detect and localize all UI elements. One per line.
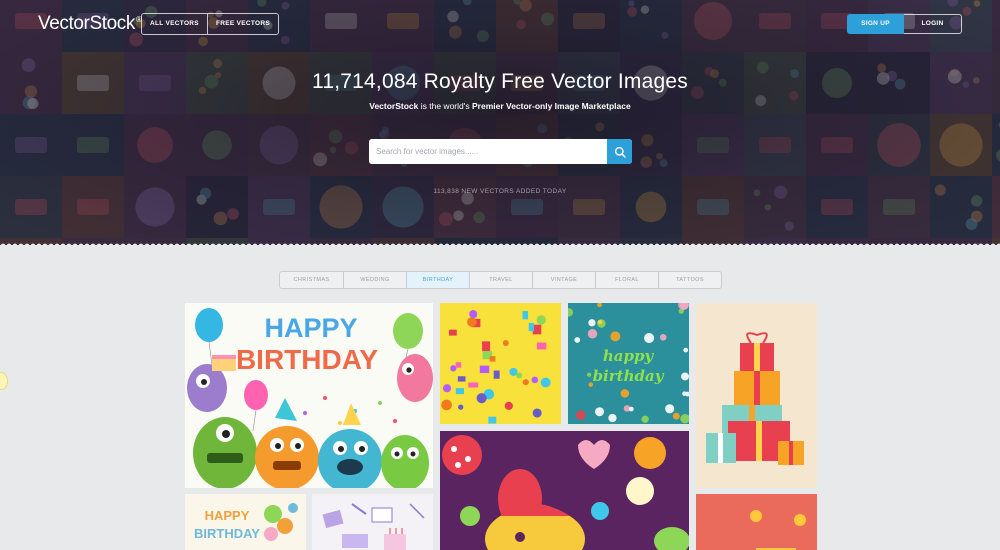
coral-chicks-image (696, 494, 817, 550)
page-subtitle: VectorStock is the world's Premier Vecto… (369, 101, 631, 111)
teal-floral-birthday-image: happy birthday (568, 303, 689, 424)
tab-travel[interactable]: TRAVEL (469, 272, 532, 288)
doodle-mark (540, 377, 551, 388)
doodle-mark (479, 365, 490, 374)
vectors-added-count: 113,838 NEW VECTORS ADDED TODAY (433, 188, 567, 195)
birthday-monsters-image: HAPPY BIRTHDAY (185, 303, 433, 488)
tab-birthday[interactable]: BIRTHDAY (406, 272, 469, 288)
flower-mark (681, 372, 689, 381)
gallery-tile-party-items[interactable] (312, 494, 433, 550)
birthday-script-text: birthday (593, 367, 665, 385)
doodle-mark (450, 365, 457, 372)
gallery-tile-teal-floral[interactable]: happy birthday (568, 303, 689, 424)
tab-wedding[interactable]: WEDDING (343, 272, 406, 288)
gallery-tile-birthday-monsters[interactable]: HAPPY BIRTHDAY (185, 303, 433, 488)
doodle-mark (455, 388, 464, 395)
doodle-mark (502, 340, 509, 346)
auth-buttons: SIGN UP LOGIN (847, 14, 962, 34)
doodle-mark (522, 311, 529, 320)
doodle-mark (458, 404, 464, 410)
doodle-mark (488, 416, 497, 424)
happy-script-text: happy (603, 347, 655, 365)
flower-mark (597, 319, 603, 325)
doodle-mark (448, 329, 457, 336)
flower-mark (683, 347, 689, 353)
search-button[interactable] (607, 139, 632, 164)
tab-floral[interactable]: FLORAL (595, 272, 658, 288)
login-button[interactable]: LOGIN (904, 14, 962, 34)
doodle-mark (528, 322, 535, 332)
happy-text: HAPPY (264, 313, 357, 343)
doodle-mark (482, 341, 491, 352)
doodle-mark (455, 362, 462, 368)
birthday-text: BIRTHDAY (236, 344, 378, 375)
flower-mark (608, 413, 617, 423)
gallery-tile-yellow-pattern[interactable] (440, 303, 561, 424)
doodle-mark (536, 342, 547, 350)
flower-mark (659, 333, 667, 341)
gallery-tile-gift-boxes[interactable] (696, 303, 817, 488)
gift-stack-image (696, 303, 817, 488)
doodle-mark (516, 372, 523, 379)
flower-mark (587, 372, 592, 377)
doodle-mark (509, 367, 518, 376)
hero-banner: VectorStock® ALL VECTORS FREE VECTORS SI… (0, 0, 1000, 245)
doodle-mark (489, 356, 496, 362)
happy-small-text: HAPPY (205, 508, 250, 523)
doodle-mark (522, 379, 529, 386)
flower-mark (620, 389, 630, 398)
doodle-mark (504, 401, 513, 410)
flower-mark (641, 415, 649, 423)
category-tabs: CHRISTMAS WEDDING BIRTHDAY TRAVEL VINTAG… (279, 271, 722, 289)
vectorstock-logo[interactable]: VectorStock® (38, 13, 142, 35)
flower-mark (629, 406, 634, 412)
tab-christmas[interactable]: CHRISTMAS (280, 272, 343, 288)
doodle-mark (531, 376, 539, 384)
search-bar (369, 139, 632, 164)
party-items-image (312, 494, 433, 550)
all-vectors-button[interactable]: ALL VECTORS (142, 14, 207, 34)
tab-vintage[interactable]: VINTAGE (532, 272, 595, 288)
doodle-mark (536, 315, 546, 325)
folk-floral-elephant-image (440, 431, 689, 550)
flower-mark (587, 328, 598, 339)
vector-nav: ALL VECTORS FREE VECTORS (141, 13, 279, 35)
flower-mark (576, 410, 586, 421)
flower-mark (644, 332, 655, 344)
doodle-mark (467, 317, 477, 327)
flower-mark (588, 319, 596, 327)
doodle-mark (442, 384, 452, 393)
partial-decoration (0, 372, 8, 390)
hero-scalloped-edge (0, 240, 1000, 245)
gallery-tile-folk-floral[interactable] (440, 431, 689, 550)
sign-up-button[interactable]: SIGN UP (847, 14, 904, 34)
flower-mark (672, 412, 680, 420)
flower-mark (610, 331, 621, 342)
birthday-balloons-image: HAPPY BIRTHDAY (185, 494, 306, 550)
birthday-small-text: BIRTHDAY (194, 526, 260, 541)
gallery-tile-coral-chicks[interactable] (696, 494, 817, 550)
flower-mark (574, 337, 581, 343)
doodle-mark (476, 393, 487, 404)
doodle-mark (468, 382, 479, 388)
doodle-mark (469, 310, 478, 318)
flower-mark (665, 404, 675, 414)
gallery-tile-birthday-balloons[interactable]: HAPPY BIRTHDAY (185, 494, 306, 550)
tab-tattoos[interactable]: TATTOOS (658, 272, 721, 288)
search-input[interactable] (369, 139, 607, 164)
doodle-mark (441, 399, 452, 411)
search-icon (614, 146, 626, 158)
flower-mark (595, 407, 605, 417)
free-vectors-button[interactable]: FREE VECTORS (206, 14, 278, 34)
hero-overlay (0, 0, 1000, 245)
page-title: 11,714,084 Royalty Free Vector Images (312, 70, 688, 93)
doodle-mark (532, 408, 542, 418)
doodle-mark (493, 370, 500, 379)
yellow-doodle-pattern-image (440, 303, 561, 424)
doodle-mark (457, 376, 466, 382)
